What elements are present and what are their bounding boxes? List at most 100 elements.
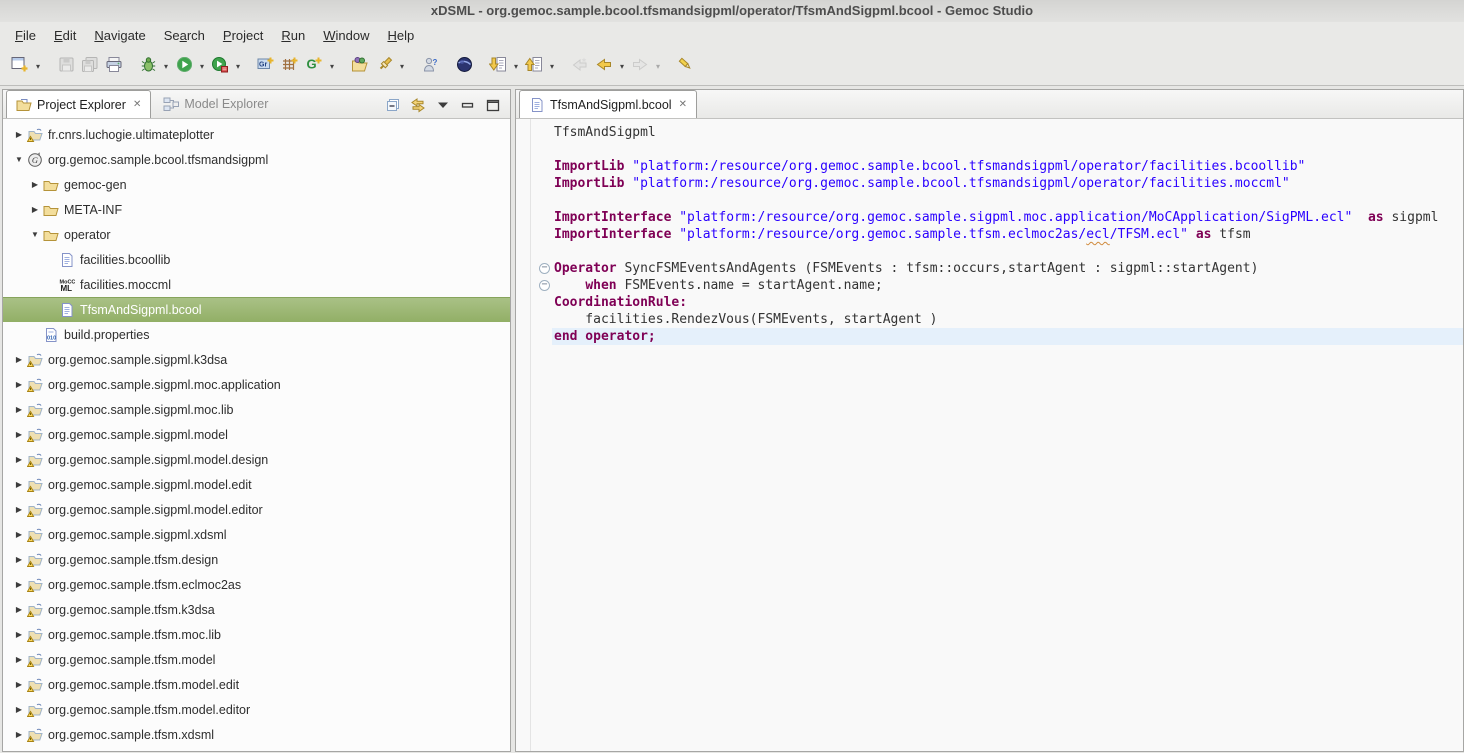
open-artifact-button[interactable] bbox=[348, 55, 372, 79]
expand-arrow-icon[interactable]: ▶ bbox=[11, 655, 27, 664]
expand-arrow-icon[interactable]: ▶ bbox=[11, 555, 27, 564]
menu-run[interactable]: Run bbox=[272, 25, 314, 46]
code-line[interactable]: ImportLib "platform:/resource/org.gemoc.… bbox=[516, 175, 1463, 192]
close-tab-icon[interactable]: ✕ bbox=[133, 99, 141, 110]
tree-item[interactable]: ▶org.gemoc.sample.tfsm.xdsml bbox=[3, 722, 510, 747]
close-tab-icon[interactable]: ✕ bbox=[679, 99, 687, 110]
view-tab-model-explorer[interactable]: Model Explorer bbox=[154, 90, 277, 118]
window-titlebar[interactable]: xDSML - org.gemoc.sample.bcool.tfsmandsi… bbox=[0, 0, 1464, 22]
fold-collapse-icon[interactable]: − bbox=[539, 263, 550, 274]
new-wizard-button[interactable] bbox=[8, 55, 32, 79]
next-annotation-dropdown-arrow[interactable]: ▾ bbox=[510, 62, 522, 71]
tree-item[interactable]: ▶org.gemoc.sample.tfsm.eclmoc2as bbox=[3, 572, 510, 597]
tree-item[interactable]: ▶gemoc-gen bbox=[3, 172, 510, 197]
code-editor[interactable]: TfsmAndSigpml ImportLib "platform:/resou… bbox=[516, 119, 1463, 751]
web-browser-button[interactable] bbox=[452, 55, 476, 79]
tree-item[interactable]: ▶org.gemoc.sample.tfsm.model.edit bbox=[3, 672, 510, 697]
link-with-editor-icon[interactable] bbox=[409, 97, 427, 113]
code-line[interactable]: facilities.RendezVous(FSMEvents, startAg… bbox=[516, 311, 1463, 328]
code-line[interactable] bbox=[516, 243, 1463, 260]
expand-arrow-icon[interactable]: ▼ bbox=[27, 230, 43, 239]
code-line[interactable]: − when FSMEvents.name = startAgent.name; bbox=[516, 277, 1463, 294]
editor-tab[interactable]: TfsmAndSigpml.bcool✕ bbox=[519, 90, 697, 118]
code-line[interactable]: end operator; bbox=[516, 328, 1463, 345]
tree-item[interactable]: ▶org.gemoc.sample.sigpml.model.editor bbox=[3, 497, 510, 522]
run-last-button[interactable] bbox=[208, 55, 232, 79]
run-dropdown-arrow[interactable]: ▾ bbox=[196, 62, 208, 71]
tree-item[interactable]: ▶META-INF bbox=[3, 197, 510, 222]
expand-arrow-icon[interactable]: ▶ bbox=[11, 505, 27, 514]
tree-item[interactable]: facilities.bcoollib bbox=[3, 247, 510, 272]
back-dropdown-arrow[interactable]: ▾ bbox=[616, 62, 628, 71]
view-menu-icon[interactable] bbox=[434, 97, 452, 113]
menu-window[interactable]: Window bbox=[314, 25, 378, 46]
tree-item[interactable]: ▶org.gemoc.sample.sigpml.model bbox=[3, 422, 510, 447]
expand-arrow-icon[interactable]: ▶ bbox=[11, 530, 27, 539]
menu-project[interactable]: Project bbox=[214, 25, 272, 46]
previous-annotation-dropdown-arrow[interactable]: ▾ bbox=[546, 62, 558, 71]
tree-item[interactable]: ▼operator bbox=[3, 222, 510, 247]
new-wizard-dropdown-arrow[interactable]: ▾ bbox=[32, 62, 44, 71]
run-last-dropdown-arrow[interactable]: ▾ bbox=[232, 62, 244, 71]
tree-item[interactable]: ▶org.gemoc.sample.sigpml.model.design bbox=[3, 447, 510, 472]
fold-collapse-icon[interactable]: − bbox=[539, 280, 550, 291]
expand-arrow-icon[interactable]: ▶ bbox=[11, 630, 27, 639]
expand-arrow-icon[interactable]: ▶ bbox=[11, 680, 27, 689]
code-line[interactable]: CoordinationRule: bbox=[516, 294, 1463, 311]
expand-arrow-icon[interactable]: ▶ bbox=[11, 730, 27, 739]
expand-arrow-icon[interactable]: ▼ bbox=[11, 155, 27, 164]
view-tab-project-explorer[interactable]: Project Explorer✕ bbox=[6, 90, 151, 118]
code-line[interactable]: TfsmAndSigpml bbox=[516, 124, 1463, 141]
expand-arrow-icon[interactable]: ▶ bbox=[11, 580, 27, 589]
menu-edit[interactable]: Edit bbox=[45, 25, 85, 46]
tree-item[interactable]: ▶org.gemoc.sample.tfsm.model.editor bbox=[3, 697, 510, 722]
expand-arrow-icon[interactable]: ▶ bbox=[11, 130, 27, 139]
expand-arrow-icon[interactable]: ▶ bbox=[11, 705, 27, 714]
search-dropdown-arrow[interactable]: ▾ bbox=[396, 62, 408, 71]
menu-search[interactable]: Search bbox=[155, 25, 214, 46]
open-element-button[interactable]: ? bbox=[418, 55, 442, 79]
tree-item[interactable]: ▶org.gemoc.sample.tfsm.design bbox=[3, 547, 510, 572]
next-annotation-button[interactable] bbox=[486, 55, 510, 79]
expand-arrow-icon[interactable]: ▶ bbox=[11, 480, 27, 489]
menu-help[interactable]: Help bbox=[378, 25, 423, 46]
code-line[interactable] bbox=[516, 192, 1463, 209]
expand-arrow-icon[interactable]: ▶ bbox=[11, 355, 27, 364]
tree-item[interactable]: ▶org.gemoc.sample.sigpml.model.edit bbox=[3, 472, 510, 497]
back-button[interactable] bbox=[592, 55, 616, 79]
tree-item[interactable]: ▶org.gemoc.sample.tfsm.model bbox=[3, 647, 510, 672]
tree-item[interactable]: ▼Gorg.gemoc.sample.bcool.tfsmandsigpml bbox=[3, 147, 510, 172]
tree-item[interactable]: ▶org.gemoc.sample.tfsm.k3dsa bbox=[3, 597, 510, 622]
tree-item[interactable]: ▶org.gemoc.sample.sigpml.moc.application bbox=[3, 372, 510, 397]
debug-button[interactable] bbox=[136, 55, 160, 79]
expand-arrow-icon[interactable]: ▶ bbox=[11, 380, 27, 389]
code-line[interactable]: ImportLib "platform:/resource/org.gemoc.… bbox=[516, 158, 1463, 175]
new-modeling-project-button[interactable]: Gr bbox=[254, 55, 278, 79]
expand-arrow-icon[interactable]: ▶ bbox=[11, 605, 27, 614]
tree-item[interactable]: TfsmAndSigpml.bcool bbox=[3, 297, 510, 322]
code-line[interactable] bbox=[516, 141, 1463, 158]
tree-item[interactable]: ▶org.gemoc.sample.tfsm.moc.lib bbox=[3, 622, 510, 647]
minimize-icon[interactable] bbox=[459, 97, 477, 113]
code-line[interactable]: ImportInterface "platform:/resource/org.… bbox=[516, 226, 1463, 243]
tree-item[interactable]: ▶org.gemoc.sample.sigpml.moc.lib bbox=[3, 397, 510, 422]
run-button[interactable] bbox=[172, 55, 196, 79]
previous-annotation-button[interactable] bbox=[522, 55, 546, 79]
menu-navigate[interactable]: Navigate bbox=[85, 25, 154, 46]
collapse-all-icon[interactable] bbox=[384, 97, 402, 113]
tree-item[interactable]: 010build.properties bbox=[3, 322, 510, 347]
tree-item[interactable]: MoCCMLfacilities.moccml bbox=[3, 272, 510, 297]
new-gemoc-project-button[interactable]: G bbox=[302, 55, 326, 79]
tree-item[interactable]: ▶fr.cnrs.luchogie.ultimateplotter bbox=[3, 122, 510, 147]
tree-item[interactable]: ▶org.gemoc.sample.sigpml.k3dsa bbox=[3, 347, 510, 372]
menu-file[interactable]: File bbox=[6, 25, 45, 46]
expand-arrow-icon[interactable]: ▶ bbox=[27, 180, 43, 189]
tree-item[interactable]: ▶org.gemoc.sample.sigpml.xdsml bbox=[3, 522, 510, 547]
expand-arrow-icon[interactable]: ▶ bbox=[11, 430, 27, 439]
search-button[interactable] bbox=[372, 55, 396, 79]
new-gemoc-project-dropdown-arrow[interactable]: ▾ bbox=[326, 62, 338, 71]
code-line[interactable]: −Operator SyncFSMEventsAndAgents (FSMEve… bbox=[516, 260, 1463, 277]
expand-arrow-icon[interactable]: ▶ bbox=[11, 405, 27, 414]
highlighter-button[interactable] bbox=[674, 55, 698, 79]
maximize-icon[interactable] bbox=[484, 97, 502, 113]
